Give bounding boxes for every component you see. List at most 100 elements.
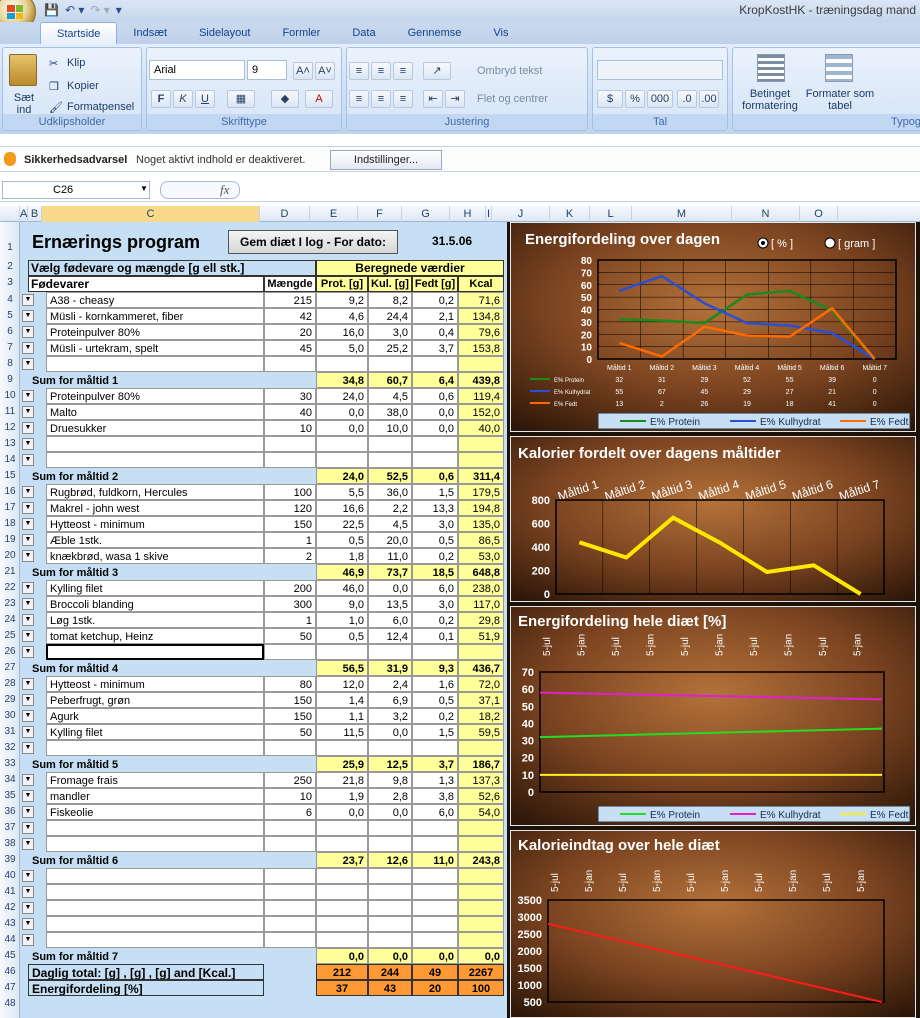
food-name[interactable] bbox=[46, 932, 264, 948]
conditional-format-button[interactable]: Betinget formatering bbox=[735, 88, 805, 112]
undo-icon[interactable]: ↶ ▾ bbox=[65, 3, 84, 17]
amount[interactable] bbox=[264, 868, 316, 884]
tab-6[interactable]: Vis bbox=[477, 22, 524, 44]
row-header[interactable]: 42 bbox=[0, 902, 20, 913]
column-header-C[interactable]: C bbox=[42, 206, 260, 222]
food-name[interactable]: Broccoli blanding bbox=[46, 596, 264, 612]
amount[interactable]: 10 bbox=[264, 420, 316, 436]
food-dropdown-icon[interactable]: ▼ bbox=[22, 678, 34, 690]
amount[interactable] bbox=[264, 916, 316, 932]
food-name[interactable]: Druesukker bbox=[46, 420, 264, 436]
food-dropdown-icon[interactable]: ▼ bbox=[22, 614, 34, 626]
number-format-select[interactable] bbox=[597, 60, 723, 80]
food-name[interactable]: mandler bbox=[46, 788, 264, 804]
food-dropdown-icon[interactable]: ▼ bbox=[22, 486, 34, 498]
align-left-icon[interactable]: ≡ bbox=[349, 90, 369, 108]
name-box[interactable]: C26 bbox=[2, 181, 150, 199]
food-dropdown-icon[interactable]: ▼ bbox=[22, 630, 34, 642]
align-middle-icon[interactable]: ≡ bbox=[371, 62, 391, 80]
column-header-A[interactable]: A bbox=[20, 206, 28, 222]
chart-kcal-diet[interactable]: Kalorieindtag over hele diæt 5-jul 5-jan 5-… bbox=[510, 830, 916, 1018]
food-name[interactable]: Løg 1stk. bbox=[46, 612, 264, 628]
amount[interactable]: 80 bbox=[264, 676, 316, 692]
amount[interactable]: 150 bbox=[264, 708, 316, 724]
chart-energy-day[interactable]: Energifordeling over dagen [ % ] [ gram ] 8… bbox=[510, 222, 916, 432]
food-name[interactable]: Müsli - urtekram, spelt bbox=[46, 340, 264, 356]
food-name[interactable]: Rugbrød, fuldkorn, Hercules bbox=[46, 484, 264, 500]
row-header[interactable]: 36 bbox=[0, 806, 20, 817]
row-header[interactable]: 48 bbox=[0, 998, 20, 1009]
wrap-text-button[interactable]: Ombryd tekst bbox=[477, 65, 542, 77]
amount[interactable] bbox=[264, 436, 316, 452]
amount[interactable]: 40 bbox=[264, 404, 316, 420]
food-dropdown-icon[interactable]: ▼ bbox=[22, 390, 34, 402]
options-button[interactable]: Indstillinger... bbox=[330, 150, 442, 170]
amount[interactable] bbox=[264, 884, 316, 900]
food-name[interactable] bbox=[46, 900, 264, 916]
tab-0[interactable]: Startside bbox=[40, 22, 118, 44]
name-box-dropdown-icon[interactable]: ▼ bbox=[140, 184, 148, 193]
amount[interactable]: 150 bbox=[264, 516, 316, 532]
amount[interactable]: 50 bbox=[264, 724, 316, 740]
amount[interactable] bbox=[264, 820, 316, 836]
amount[interactable]: 1 bbox=[264, 532, 316, 548]
increase-indent-icon[interactable]: ⇥ bbox=[445, 90, 465, 108]
food-dropdown-icon[interactable]: ▼ bbox=[22, 790, 34, 802]
food-name[interactable]: A38 - cheasy bbox=[46, 292, 264, 308]
column-header-L[interactable]: L bbox=[590, 206, 632, 222]
row-header[interactable]: 30 bbox=[0, 710, 20, 721]
food-dropdown-icon[interactable]: ▼ bbox=[22, 822, 34, 834]
food-dropdown-icon[interactable]: ▼ bbox=[22, 774, 34, 786]
food-dropdown-icon[interactable]: ▼ bbox=[22, 646, 34, 658]
row-header[interactable]: 26 bbox=[0, 646, 20, 657]
amount[interactable] bbox=[264, 900, 316, 916]
row-header[interactable]: 46 bbox=[0, 966, 20, 977]
align-bottom-icon[interactable]: ≡ bbox=[393, 62, 413, 80]
amount[interactable]: 6 bbox=[264, 804, 316, 820]
paste-icon[interactable] bbox=[9, 54, 37, 86]
fill-color-icon[interactable]: ◆ bbox=[271, 90, 299, 108]
border-icon[interactable]: ▦ bbox=[227, 90, 255, 108]
font-color-icon[interactable]: A bbox=[305, 90, 333, 108]
save-icon[interactable]: 💾 bbox=[44, 3, 59, 17]
amount[interactable] bbox=[264, 932, 316, 948]
row-header[interactable]: 1 bbox=[0, 242, 20, 253]
column-header-H[interactable]: H bbox=[450, 206, 486, 222]
column-header-M[interactable]: M bbox=[632, 206, 732, 222]
merge-center-button[interactable]: Flet og centrer bbox=[477, 93, 548, 105]
food-dropdown-icon[interactable]: ▼ bbox=[22, 326, 34, 338]
food-name[interactable]: Peberfrugt, grøn bbox=[46, 692, 264, 708]
format-table-button[interactable]: Formater som tabel bbox=[805, 88, 875, 112]
align-top-icon[interactable]: ≡ bbox=[349, 62, 369, 80]
amount[interactable]: 30 bbox=[264, 388, 316, 404]
amount[interactable]: 1 bbox=[264, 612, 316, 628]
row-header[interactable]: 7 bbox=[0, 342, 20, 353]
row-header[interactable]: 22 bbox=[0, 582, 20, 593]
food-dropdown-icon[interactable]: ▼ bbox=[22, 438, 34, 450]
row-header[interactable]: 20 bbox=[0, 550, 20, 561]
food-dropdown-icon[interactable]: ▼ bbox=[22, 550, 34, 562]
food-dropdown-icon[interactable]: ▼ bbox=[22, 454, 34, 466]
row-header[interactable]: 6 bbox=[0, 326, 20, 337]
orientation-icon[interactable]: ↗ bbox=[423, 62, 451, 80]
amount[interactable]: 2 bbox=[264, 548, 316, 564]
row-header[interactable]: 34 bbox=[0, 774, 20, 785]
food-dropdown-icon[interactable]: ▼ bbox=[22, 726, 34, 738]
food-name[interactable] bbox=[46, 868, 264, 884]
row-header[interactable]: 8 bbox=[0, 358, 20, 369]
column-header-corner[interactable] bbox=[0, 206, 20, 222]
row-header[interactable]: 31 bbox=[0, 726, 20, 737]
column-header-N[interactable]: N bbox=[732, 206, 800, 222]
food-name[interactable] bbox=[46, 644, 264, 660]
amount[interactable]: 150 bbox=[264, 692, 316, 708]
font-size-select[interactable]: 9 bbox=[247, 60, 287, 80]
food-dropdown-icon[interactable]: ▼ bbox=[22, 502, 34, 514]
font-name-select[interactable]: Arial bbox=[149, 60, 245, 80]
row-header[interactable]: 24 bbox=[0, 614, 20, 625]
tab-3[interactable]: Formler bbox=[266, 22, 336, 44]
amount[interactable] bbox=[264, 452, 316, 468]
amount[interactable] bbox=[264, 356, 316, 372]
shrink-font-icon[interactable]: A˅ bbox=[315, 62, 335, 80]
row-header[interactable]: 12 bbox=[0, 422, 20, 433]
food-dropdown-icon[interactable]: ▼ bbox=[22, 918, 34, 930]
